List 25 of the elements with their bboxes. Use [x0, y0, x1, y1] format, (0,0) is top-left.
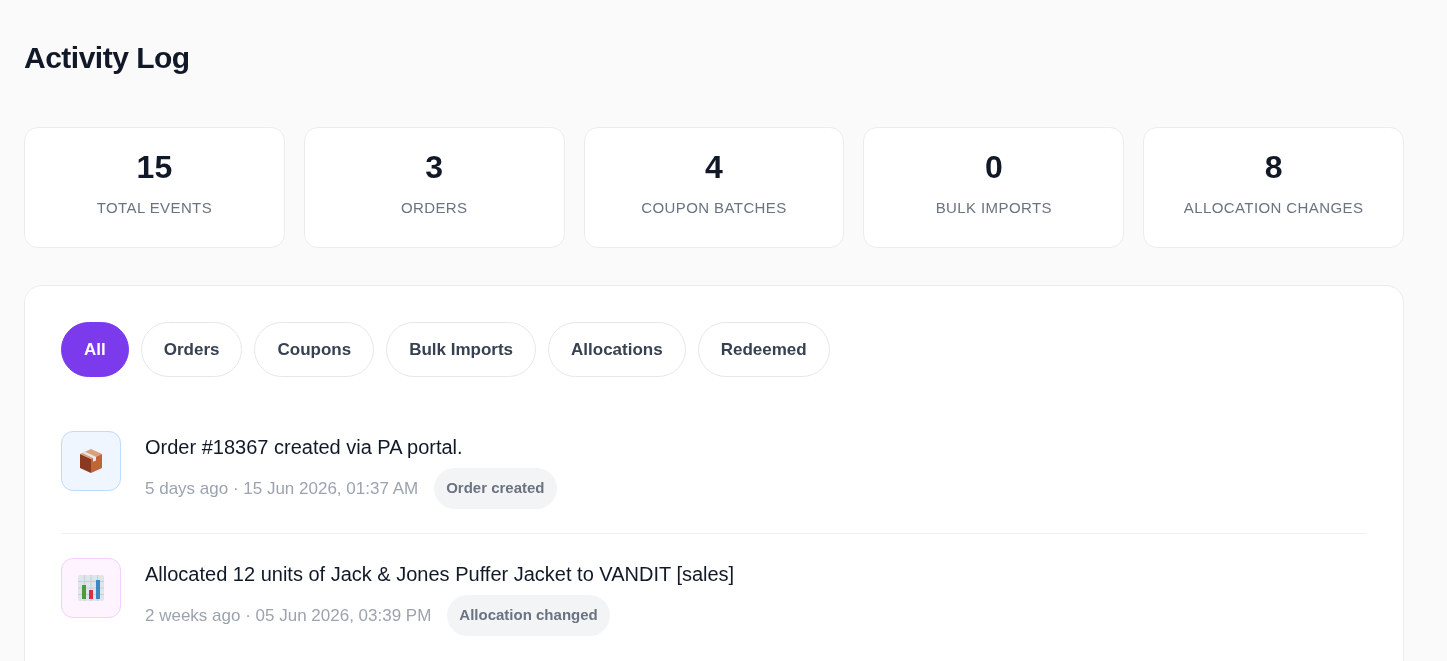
page-title: Activity Log: [24, 40, 190, 76]
stat-label: ALLOCATION CHANGES: [1183, 198, 1364, 218]
event-timestamp: 2 weeks ago · 05 Jun 2026, 03:39 PM: [145, 604, 432, 627]
filter-tab[interactable]: Allocations: [548, 322, 686, 377]
event-timestamp: 5 days ago · 15 Jun 2026, 01:37 AM: [145, 477, 419, 500]
stat-label: ORDERS: [400, 198, 468, 218]
stat-value: 15: [136, 148, 173, 186]
filter-tab[interactable]: All: [61, 322, 129, 377]
stat-value: 8: [1264, 148, 1283, 186]
stat-value: 4: [705, 148, 723, 186]
filter-tab[interactable]: Bulk Imports: [386, 322, 537, 377]
stat-value: 3: [425, 148, 444, 186]
stat-label: COUPON BATCHES: [641, 198, 787, 218]
stat-value: 0: [984, 148, 1003, 186]
package-icon: [79, 448, 103, 474]
event-type-badge: Allocation changed: [447, 595, 610, 636]
filter-tab[interactable]: Redeemed: [697, 322, 830, 377]
stat-label: TOTAL EVENTS: [96, 198, 213, 218]
filter-tab[interactable]: Coupons: [254, 322, 375, 377]
stat-label: BULK IMPORTS: [935, 198, 1052, 218]
event-text: Order #18367 created via PA portal.: [145, 435, 463, 460]
event-text: Allocated 12 units of Jack & Jones Puffer Jacket to VANDIT [sales]: [145, 562, 735, 587]
event-type-badge: Order created: [434, 468, 557, 509]
filter-tab[interactable]: Orders: [140, 322, 243, 377]
bar-chart-icon: [78, 575, 104, 601]
